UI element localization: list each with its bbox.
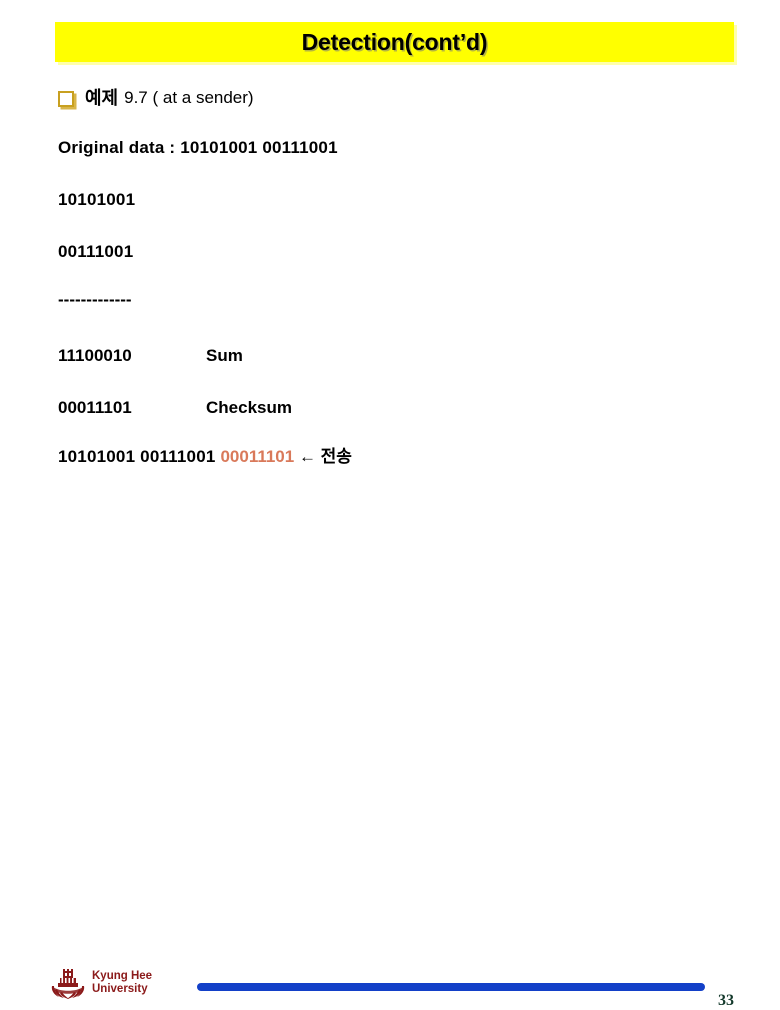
separator-line: ------------- (58, 290, 132, 309)
result-black-prefix: 10101001 00111001 (58, 447, 221, 466)
bullet-rest-label: 9.7 ( at a sender) (124, 88, 254, 107)
page-number: 33 (718, 992, 734, 1009)
footer-accent-bar (197, 983, 705, 991)
operand-2-line: 00111001 (58, 242, 134, 261)
sum-bits: 11100010 (58, 346, 132, 365)
university-logo: Kyung Hee University (50, 966, 152, 1000)
checksum-label: Checksum (206, 398, 292, 417)
slide: Detection(cont’d) 예제 9.7 ( at a sender) … (0, 0, 780, 1009)
slide-footer: Kyung Hee University 33 (0, 480, 780, 1009)
checksum-row: 00011101 Checksum (58, 398, 292, 418)
university-name: Kyung Hee University (92, 970, 152, 996)
operand-1-line: 10101001 (58, 190, 136, 209)
sum-label: Sum (206, 346, 243, 365)
university-name-line-2: University (92, 983, 148, 995)
university-name-line-1: Kyung Hee (92, 970, 153, 982)
slide-body: 예제 9.7 ( at a sender) Original data : 10… (0, 0, 780, 540)
original-data-line: Original data : 10101001 00111001 (58, 138, 338, 157)
bullet-korean-label: 예제 (85, 88, 119, 108)
result-checksum-highlight: 00011101 (220, 447, 295, 466)
square-bullet-icon (58, 91, 74, 107)
bullet-line-example: 예제 9.7 ( at a sender) (58, 88, 254, 108)
transmitted-result-line: 10101001 00111001 00011101 ← 전송 (58, 447, 352, 467)
checksum-bits: 00011101 (58, 398, 132, 417)
kyung-hee-crest-icon (51, 969, 85, 999)
sum-row: 11100010 Sum (58, 346, 243, 366)
result-arrow-annotation: ← 전송 (294, 447, 352, 466)
